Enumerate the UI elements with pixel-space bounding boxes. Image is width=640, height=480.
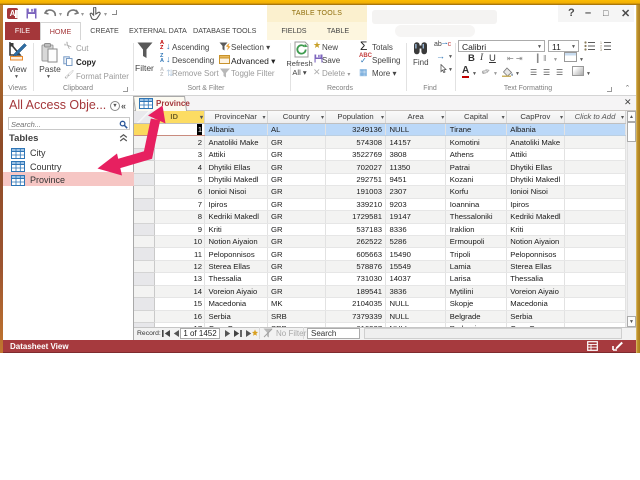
svg-text:3: 3 — [600, 48, 602, 51]
